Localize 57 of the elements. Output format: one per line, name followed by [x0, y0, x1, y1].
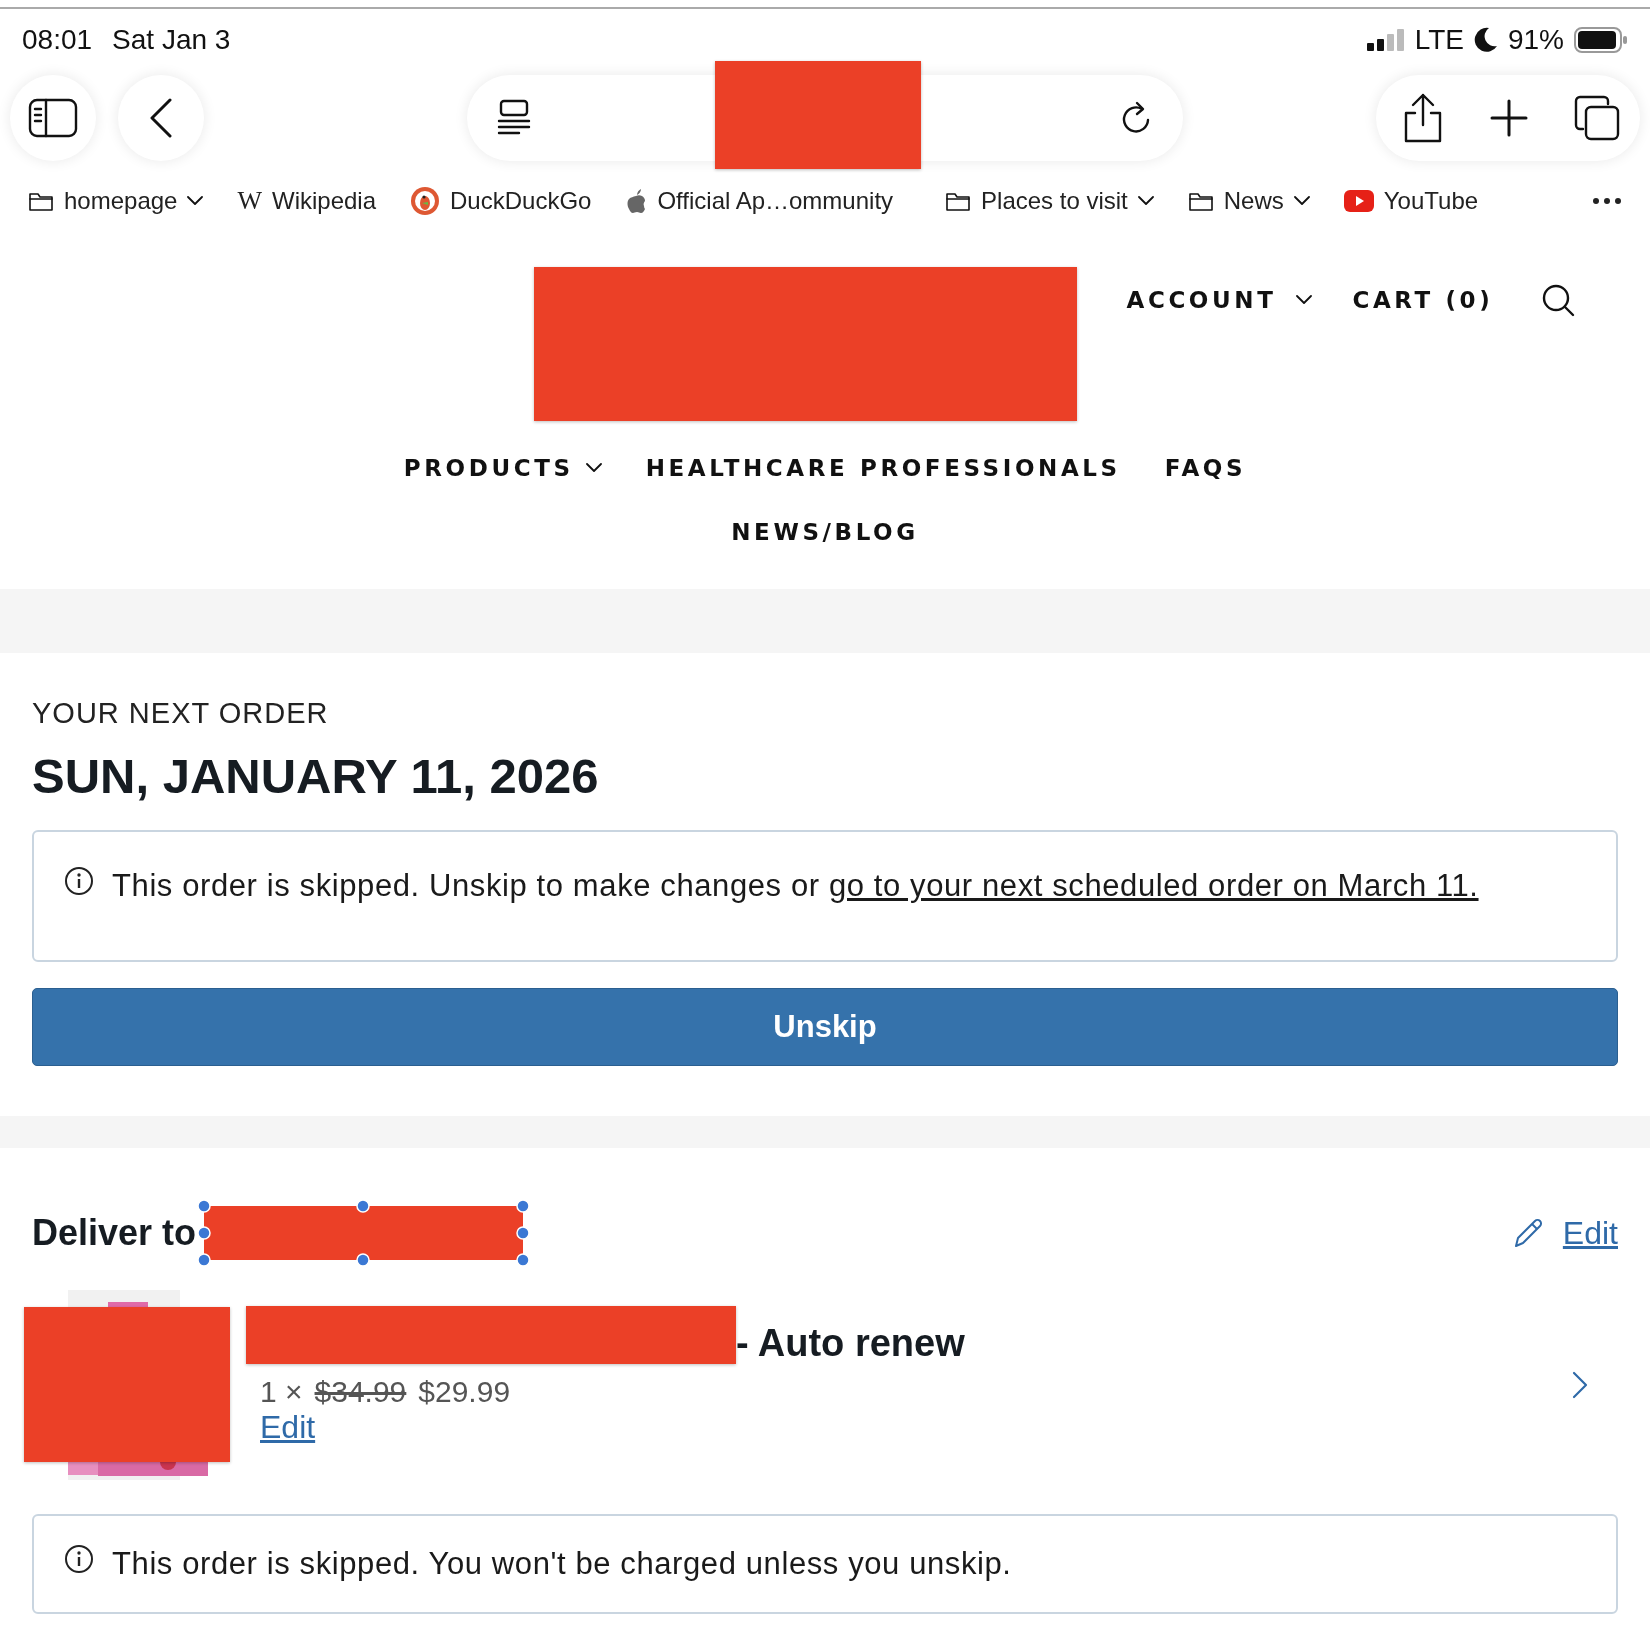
chevron-down-icon: [585, 463, 602, 473]
plus-icon[interactable]: [1490, 99, 1528, 137]
section-label: YOUR NEXT ORDER: [32, 697, 330, 730]
bookmark-link[interactable]: DuckDuckGo: [450, 187, 592, 215]
chevron-down-icon: [1296, 295, 1313, 305]
apple-icon: [625, 188, 648, 214]
site-icon: W: [237, 186, 262, 216]
bookmark-link[interactable]: Wikipedia: [272, 187, 377, 215]
play-icon: [1343, 190, 1374, 212]
sidebar-icon: [28, 98, 78, 138]
edit-link[interactable]: Edit: [1562, 1214, 1618, 1252]
bookmark-link[interactable]: Official Ap…ommunity: [657, 187, 894, 215]
order-date: SUN, JANUARY 11, 2026: [32, 748, 600, 804]
reader-icon: [497, 99, 531, 137]
edit-link[interactable]: Edit: [260, 1409, 316, 1445]
section-heading: Deliver to: [32, 1212, 197, 1254]
chevron-down-icon: [1137, 196, 1154, 206]
quantity-text: 1 ×: [260, 1375, 303, 1409]
bookmark-link[interactable]: homepage: [64, 187, 178, 215]
folder-icon: [945, 190, 972, 212]
original-price: $34.99: [314, 1375, 407, 1409]
chevron-down-icon: [1293, 196, 1310, 206]
pencil-icon: [1512, 1217, 1545, 1249]
info-icon: [64, 1544, 94, 1574]
nav-link[interactable]: HEALTHCARE PROFESSIONALS: [645, 455, 1121, 481]
tabs-icon[interactable]: [1574, 95, 1620, 141]
nav-link[interactable]: FAQS: [1164, 455, 1247, 481]
bookmark-link[interactable]: Places to visit: [981, 187, 1128, 215]
folder-icon: [1187, 190, 1214, 212]
nav-link[interactable]: PRODUCTS: [403, 455, 574, 481]
nav-link[interactable]: NEWS/BLOG: [731, 519, 919, 545]
more-icon[interactable]: [1592, 197, 1622, 205]
chevron-left-icon: [149, 98, 173, 138]
share-icon[interactable]: [1402, 93, 1444, 143]
duck-icon: [410, 186, 441, 216]
info-icon: [64, 866, 94, 896]
cart-link[interactable]: CART (0): [1352, 287, 1494, 313]
chevron-right-icon[interactable]: [1572, 1371, 1588, 1399]
notice-text: This order is skipped. Unskip to make changes or go to your next scheduled order on March 11.: [112, 867, 1479, 905]
search-icon[interactable]: [1541, 283, 1576, 317]
chevron-down-icon: [187, 196, 204, 206]
bookmark-link[interactable]: YouTube: [1383, 187, 1479, 215]
battery-text: 91%: [1507, 24, 1564, 56]
sale-price: $29.99: [418, 1375, 511, 1409]
time-text: 08:01: [22, 24, 93, 56]
folder-icon: [28, 190, 54, 212]
order-link[interactable]: go to your next scheduled order on March 11.: [828, 868, 1479, 903]
network-text: LTE: [1414, 24, 1464, 56]
battery-icon: [1574, 27, 1628, 53]
product-title: - Auto renew: [736, 1322, 965, 1365]
date-text: Sat Jan 3: [112, 24, 231, 56]
account-link[interactable]: ACCOUNT: [1126, 287, 1277, 313]
bookmark-link[interactable]: News: [1223, 187, 1284, 215]
unskip-button[interactable]: Unskip: [32, 988, 1618, 1066]
moon-icon: [1473, 27, 1498, 53]
notice-text: This order is skipped. You won't be charged unless you unskip.: [112, 1545, 1012, 1583]
signal-icon: [1366, 29, 1405, 51]
